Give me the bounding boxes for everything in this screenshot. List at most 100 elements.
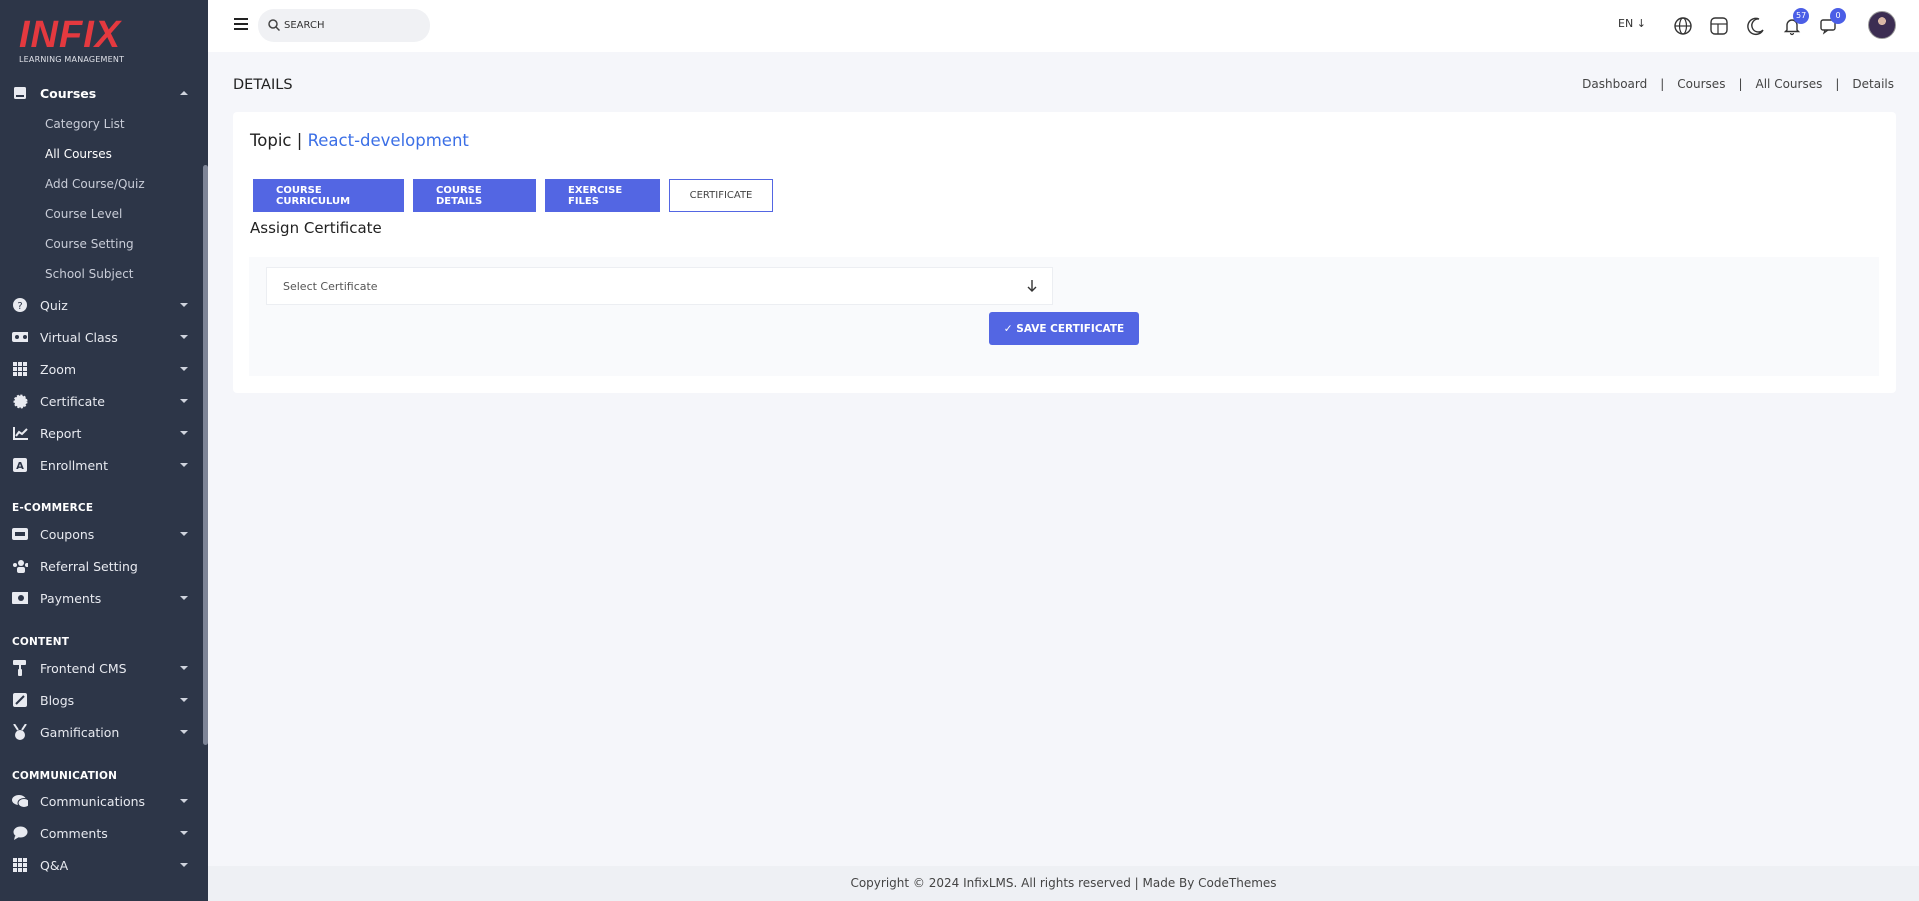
chevron-down-icon [180, 335, 188, 339]
sidebar-item-report[interactable]: Report [0, 420, 208, 446]
chevron-down-icon [180, 596, 188, 600]
sidebar-item-communications[interactable]: Communications [0, 788, 208, 814]
details-card: Topic | React-development COURSE CURRICU… [233, 112, 1896, 393]
certificate-select-value: Select Certificate [283, 279, 378, 293]
section-content: CONTENT [12, 636, 70, 648]
assign-certificate-title: Assign Certificate [250, 219, 382, 237]
messages-icon[interactable]: 0 [1819, 8, 1846, 36]
chevron-down-icon [180, 863, 188, 867]
sidebar-item-label: Comments [40, 825, 108, 841]
chart-icon [12, 425, 28, 441]
sidebar-item-courses[interactable]: Courses [0, 80, 208, 106]
tab-course-curriculum[interactable]: COURSE CURRICULUM [253, 179, 404, 212]
chevron-up-icon [180, 91, 188, 95]
hamburger-menu-icon[interactable] [234, 18, 248, 30]
sidebar-item-payments[interactable]: Payments [0, 585, 208, 611]
chevron-down-icon [180, 431, 188, 435]
copyright-text: Copyright © 2024 InfixLMS. All rights re… [850, 876, 1277, 890]
section-communication: COMMUNICATION [12, 770, 118, 782]
certificate-select[interactable]: Select Certificate [266, 267, 1053, 305]
sidebar-item-qa[interactable]: Q&A [0, 852, 208, 878]
book-icon [12, 85, 28, 101]
sidebar-item-label: Communications [40, 793, 146, 809]
chevron-down-icon [180, 367, 188, 371]
sidebar-item-label: Blogs [40, 692, 75, 708]
question-icon: ? [12, 297, 28, 313]
sidebar-item-zoom[interactable]: Zoom [0, 356, 208, 382]
sidebar-sub-school-subject[interactable]: School Subject [45, 267, 134, 281]
language-selector[interactable]: EN ↓ [1618, 17, 1646, 30]
vr-icon [12, 329, 28, 345]
sidebar-item-frontend-cms[interactable]: Frontend CMS [0, 655, 208, 681]
svg-text:A: A [16, 461, 24, 472]
sidebar-sub-course-level[interactable]: Course Level [45, 207, 122, 221]
globe-icon[interactable] [1673, 16, 1693, 36]
top-header: EN ↓ 57 0 [208, 0, 1919, 52]
sidebar-sub-all-courses[interactable]: All Courses [45, 147, 112, 161]
money-icon [12, 590, 28, 606]
enroll-icon: A [12, 457, 28, 473]
footer: Copyright © 2024 InfixLMS. All rights re… [208, 866, 1919, 901]
sidebar-item-label: Payments [40, 590, 102, 606]
topic-prefix: Topic | [250, 131, 308, 150]
sidebar-item-quiz[interactable]: ? Quiz [0, 292, 208, 318]
sidebar-sub-category-list[interactable]: Category List [45, 117, 125, 131]
grid-icon [12, 361, 28, 377]
sidebar-item-blogs[interactable]: Blogs [0, 687, 208, 713]
sidebar-sub-add-course[interactable]: Add Course/Quiz [45, 177, 145, 191]
sidebar-item-label: Referral Setting [40, 558, 138, 574]
tab-course-details[interactable]: COURSE DETAILS [413, 179, 536, 212]
user-avatar[interactable] [1868, 11, 1896, 39]
ticket-icon [12, 526, 28, 542]
sidebar-item-virtual-class[interactable]: Virtual Class [0, 324, 208, 350]
section-ecommerce: E-COMMERCE [12, 502, 94, 514]
arrow-down-icon: ↓ [1636, 17, 1646, 30]
sidebar-item-certificate[interactable]: Certificate [0, 388, 208, 414]
layout-icon[interactable] [1709, 16, 1729, 36]
search-icon [268, 19, 280, 31]
search-box[interactable] [258, 9, 430, 42]
breadcrumb-dashboard[interactable]: Dashboard [1582, 77, 1647, 91]
sidebar-item-coupons[interactable]: Coupons [0, 521, 208, 547]
grid-icon [12, 857, 28, 873]
logo-tagline: LEARNING MANAGEMENT [19, 55, 125, 64]
sidebar-item-comments[interactable]: Comments [0, 820, 208, 846]
sidebar-sub-course-setting[interactable]: Course Setting [45, 237, 134, 251]
tab-certificate[interactable]: CERTIFICATE [669, 179, 773, 212]
course-tabs: COURSE CURRICULUM COURSE DETAILS EXERCIS… [253, 179, 782, 212]
users-icon [12, 558, 28, 574]
pen-icon [12, 692, 28, 708]
sidebar-item-label: Zoom [40, 361, 77, 377]
search-input[interactable] [284, 20, 414, 31]
sidebar-item-label: Quiz [40, 297, 68, 313]
chevron-down-icon [180, 303, 188, 307]
breadcrumb-all-courses[interactable]: All Courses [1756, 77, 1823, 91]
breadcrumb-details[interactable]: Details [1852, 77, 1894, 91]
breadcrumb: Dashboard | Courses | All Courses | Details [1582, 77, 1894, 91]
dark-mode-moon-icon[interactable] [1746, 16, 1766, 36]
topic-link[interactable]: React-development [308, 131, 469, 150]
sidebar-item-gamification[interactable]: Gamification [0, 719, 208, 745]
sidebar-item-label: Coupons [40, 526, 95, 542]
sidebar-item-label: Certificate [40, 393, 105, 409]
notification-bell-icon[interactable]: 57 [1782, 8, 1810, 36]
paint-roller-icon [12, 660, 28, 676]
logo[interactable]: INFIX LEARNING MANAGEMENT [19, 16, 124, 64]
sidebar-item-referral[interactable]: Referral Setting [0, 553, 208, 579]
chevron-down-icon [180, 399, 188, 403]
notification-badge: 57 [1793, 8, 1810, 24]
breadcrumb-courses[interactable]: Courses [1677, 77, 1725, 91]
tab-exercise-files[interactable]: EXERCISE FILES [545, 179, 660, 212]
chevron-down-icon [180, 730, 188, 734]
save-certificate-button[interactable]: ✓ SAVE CERTIFICATE [989, 312, 1139, 345]
topic-heading: Topic | React-development [250, 131, 469, 150]
sidebar-scrollbar[interactable] [203, 165, 208, 745]
chat-icon [12, 793, 28, 809]
sidebar-item-label: Courses [40, 85, 97, 101]
chevron-down-icon [180, 698, 188, 702]
sidebar-item-label: Frontend CMS [40, 660, 127, 676]
sidebar-item-label: Q&A [40, 857, 69, 873]
chevron-down-icon [180, 799, 188, 803]
messages-badge: 0 [1830, 8, 1846, 24]
sidebar-item-enrollment[interactable]: A Enrollment [0, 452, 208, 478]
